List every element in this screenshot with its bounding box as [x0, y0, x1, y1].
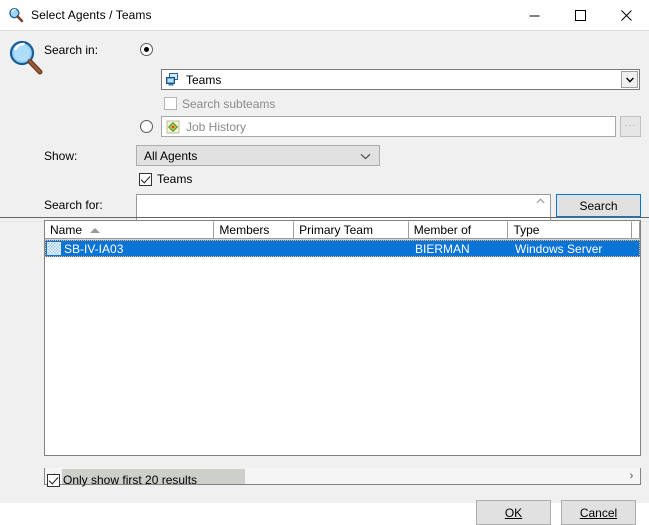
search-subteams-label: Search subteams	[182, 97, 276, 111]
scroll-right-icon[interactable]: ›	[623, 469, 640, 484]
show-select-value: All Agents	[144, 148, 198, 163]
cell-members	[215, 240, 295, 257]
column-header-spacer	[632, 221, 640, 239]
teams-checkbox[interactable]	[139, 173, 152, 186]
search-button[interactable]: Search	[556, 194, 641, 217]
column-header-member-of[interactable]: Member of	[408, 221, 509, 239]
show-label: Show:	[44, 149, 78, 163]
teams-combobox-value: Teams	[186, 72, 222, 87]
minimize-button[interactable]	[511, 0, 557, 30]
dialog-body: Search in: Teams Search subteams Job His…	[0, 30, 649, 525]
results-header: Name Members Primary Team Member of Type	[45, 221, 640, 240]
title-bar: Select Agents / Teams	[0, 0, 649, 30]
search-subteams-checkbox[interactable]	[164, 97, 177, 110]
window-controls	[511, 0, 649, 30]
section-divider	[0, 217, 649, 218]
results-list[interactable]: Name Members Primary Team Member of Type…	[44, 220, 641, 456]
column-header-primary-team[interactable]: Primary Team	[294, 221, 409, 239]
diamond-grid-icon	[166, 120, 180, 134]
search-for-label: Search for:	[44, 198, 103, 212]
job-history-browse-button[interactable]: ...	[620, 116, 641, 137]
maximize-button[interactable]	[557, 0, 603, 30]
magnifier-icon	[8, 7, 24, 23]
cell-member-of: BIERMAN	[415, 241, 470, 256]
job-history-value: Job History	[186, 119, 247, 134]
cancel-button[interactable]: Cancel	[561, 500, 636, 525]
column-header-name-label: Name	[50, 222, 83, 237]
chevron-down-icon	[360, 149, 371, 163]
cell-name-label: SB-IV-IA03	[64, 241, 124, 256]
window-title: Select Agents / Teams	[31, 8, 152, 22]
table-row[interactable]: SB-IV-IA03 BIERMAN Windows Server	[45, 240, 640, 257]
search-magnifier-icon	[6, 39, 46, 77]
job-history-field[interactable]: Job History	[161, 116, 616, 137]
column-header-type[interactable]: Type	[508, 221, 633, 239]
radio-search-in-job-history[interactable]	[140, 120, 153, 133]
only-first-results-checkbox[interactable]	[47, 474, 60, 487]
chevron-down-icon[interactable]	[621, 71, 638, 88]
scroll-up-icon[interactable]	[533, 198, 548, 204]
cancel-button-label: Cancel	[579, 505, 618, 520]
show-select[interactable]: All Agents	[136, 145, 380, 166]
teams-checkbox-label: Teams	[157, 172, 193, 186]
computers-icon	[165, 72, 181, 88]
radio-search-in-teams[interactable]	[140, 43, 153, 56]
search-in-label: Search in:	[44, 43, 99, 57]
ok-button[interactable]: OK	[476, 500, 551, 525]
agent-icon	[47, 242, 61, 255]
column-header-name[interactable]: Name	[45, 221, 215, 239]
ok-button-label: OK	[504, 505, 523, 520]
only-first-results-label: Only show first 20 results	[63, 473, 198, 487]
cell-type: Windows Server	[515, 241, 603, 256]
teams-combobox[interactable]: Teams	[161, 69, 640, 90]
column-header-members[interactable]: Members	[214, 221, 295, 239]
sort-ascending-icon	[90, 227, 101, 233]
cell-name: SB-IV-IA03	[45, 240, 215, 257]
cell-primary-team	[295, 240, 410, 257]
close-button[interactable]	[603, 0, 649, 30]
